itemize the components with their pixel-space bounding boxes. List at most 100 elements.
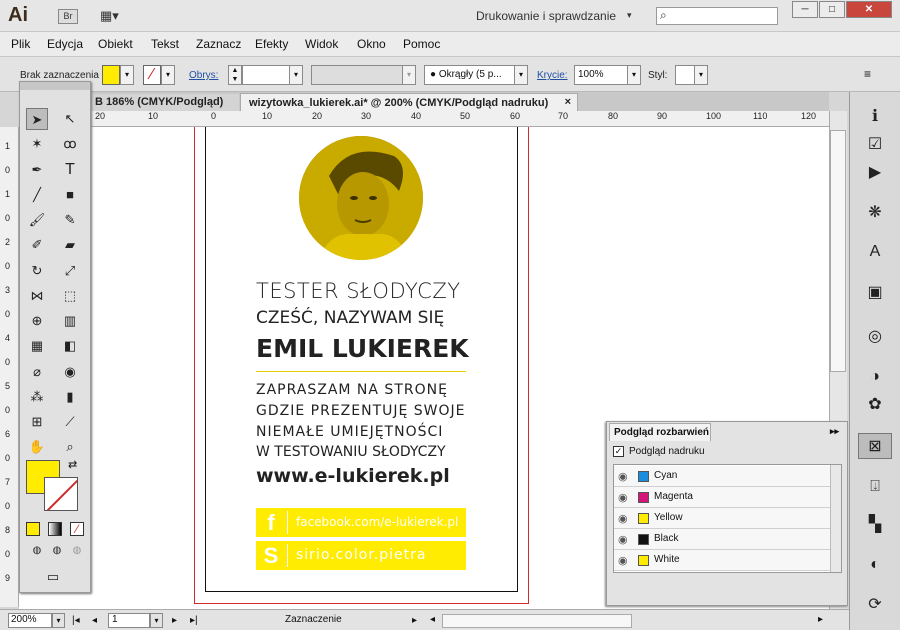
menu-plik[interactable]: Plik — [11, 37, 30, 51]
links-icon[interactable]: ▣ — [858, 280, 892, 306]
perspective-grid-tool-icon[interactable]: ▥ — [59, 310, 81, 332]
color-guide-icon[interactable]: ✿ — [858, 392, 892, 418]
zoom-dropdown[interactable]: ▾ — [52, 613, 65, 628]
swatches-icon[interactable]: ▚ — [858, 512, 892, 538]
brush-select[interactable]: ● Okrągły (5 p... — [424, 65, 528, 85]
actions-icon[interactable]: ▶ — [858, 160, 892, 186]
zoom-field[interactable]: 200% — [8, 613, 52, 628]
card-paragraph-4[interactable]: W TESTOWANIU SŁODYCZY — [256, 444, 446, 460]
sirio-bar[interactable]: S sirio.color.pietra — [256, 541, 466, 570]
symbol-sprayer-tool-icon[interactable]: ⁂ — [26, 386, 48, 408]
navigator-icon[interactable]: ❋ — [858, 200, 892, 226]
ink-row-cyan[interactable]: ◉ Cyan — [614, 466, 830, 487]
ink-row-white[interactable]: ◉ White — [614, 550, 830, 571]
fill-swatch[interactable] — [102, 65, 120, 85]
first-artboard-button[interactable]: |◂ — [72, 615, 80, 626]
stroke-weight-stepper[interactable]: ▲ ▼ — [228, 65, 242, 85]
rectangle-tool-icon[interactable]: ■ — [59, 184, 81, 206]
gradient-mode-icon[interactable] — [48, 522, 62, 536]
shape-builder-tool-icon[interactable]: ⊕ — [26, 310, 48, 332]
line-tool-icon[interactable]: ╱ — [26, 184, 48, 206]
menu-edycja[interactable]: Edycja — [47, 37, 83, 51]
appearance-icon[interactable]: ◎ — [858, 324, 892, 350]
lasso-tool-icon[interactable]: ꝏ — [59, 133, 81, 155]
document-info-icon[interactable]: ☑ — [858, 132, 892, 158]
visibility-eye-icon[interactable]: ◉ — [618, 554, 628, 567]
style-swatch[interactable] — [675, 65, 695, 85]
panel-menu-icon[interactable]: ≡ — [864, 67, 871, 81]
visibility-eye-icon[interactable]: ◉ — [618, 470, 628, 483]
artboards-icon[interactable]: ⟳ — [858, 592, 892, 618]
stroke-swatch[interactable]: ⁄ — [143, 65, 161, 85]
facebook-bar[interactable]: f facebook.com/e-lukierek.pl — [256, 508, 466, 537]
scroll-left-icon[interactable]: ◂ — [430, 614, 435, 625]
tab-document-2[interactable]: wizytowka_lukierek.ai* @ 200% (CMYK/Podg… — [240, 93, 578, 111]
variable-width-select[interactable] — [311, 65, 403, 85]
variable-width-dropdown[interactable]: ▾ — [402, 65, 416, 85]
card-name[interactable]: EMIL LUKIEREK — [256, 334, 469, 363]
selection-tool-icon[interactable]: ➤ — [26, 108, 48, 130]
visibility-eye-icon[interactable]: ◉ — [618, 533, 628, 546]
screen-mode-icon[interactable]: ▭ — [42, 566, 64, 588]
ink-list-scrollbar[interactable] — [830, 465, 841, 572]
tab-close-icon[interactable]: × — [565, 96, 571, 108]
stroke-color-swatch[interactable] — [44, 477, 78, 511]
transparency-icon[interactable]: ◑ — [858, 364, 892, 390]
none-mode-icon[interactable]: ⁄ — [70, 522, 84, 536]
width-tool-icon[interactable]: ⋈ — [26, 285, 48, 307]
ink-row-magenta[interactable]: ◉ Magenta — [614, 487, 830, 508]
paintbrush-tool-icon[interactable]: 🖌 — [26, 209, 48, 231]
visibility-eye-icon[interactable]: ◉ — [618, 491, 628, 504]
type-tool-icon[interactable]: T — [59, 159, 81, 181]
draw-behind-icon[interactable]: ◍ — [46, 540, 68, 562]
scale-tool-icon[interactable]: ⤢ — [59, 260, 81, 282]
chevron-down-icon[interactable]: ▾ — [627, 10, 632, 21]
artboard-tool-icon[interactable]: ⊞ — [26, 411, 48, 433]
fill-dropdown[interactable]: ▾ — [120, 65, 134, 85]
pen-tool-icon[interactable]: ✒ — [26, 159, 48, 181]
scroll-right-icon[interactable]: ▸ — [818, 614, 823, 625]
style-dropdown[interactable]: ▾ — [694, 65, 708, 85]
info-icon[interactable]: ℹ — [858, 104, 892, 130]
artboard-dropdown[interactable]: ▾ — [150, 613, 163, 628]
menu-zaznacz[interactable]: Zaznacz — [196, 37, 241, 51]
hand-tool-icon[interactable]: ✋ — [26, 436, 48, 458]
opacity-label[interactable]: Krycie: — [537, 70, 568, 81]
menu-okno[interactable]: Okno — [357, 37, 386, 51]
maximize-button[interactable]: □ — [819, 1, 845, 18]
arrange-documents-button[interactable]: ▦▾ — [100, 8, 128, 24]
menu-efekty[interactable]: Efekty — [255, 37, 288, 51]
pencil-tool-icon[interactable]: ✎ — [59, 209, 81, 231]
horizontal-scrollbar-thumb[interactable] — [442, 614, 632, 628]
ink-row-black[interactable]: ◉ Black — [614, 529, 830, 550]
status-menu-icon[interactable]: ▸ — [412, 615, 417, 626]
menu-pomoc[interactable]: Pomoc — [403, 37, 440, 51]
card-line-tester[interactable]: TESTER SŁODYCZY — [256, 279, 461, 303]
menu-tekst[interactable]: Tekst — [151, 37, 179, 51]
minimize-button[interactable]: ─ — [792, 1, 818, 18]
artboard-number-field[interactable]: 1 — [108, 613, 150, 628]
ink-row-yellow[interactable]: ◉ Yellow — [614, 508, 830, 529]
draw-normal-icon[interactable]: ◍ — [26, 540, 48, 562]
card-paragraph-3[interactable]: NIEMAŁE UMIEJĘTNOŚCI — [256, 424, 443, 440]
slice-tool-icon[interactable]: ⟋ — [59, 411, 81, 433]
eraser-tool-icon[interactable]: ▰ — [59, 234, 81, 256]
stroke-label[interactable]: Obrys: — [189, 70, 218, 81]
layers-icon[interactable]: ◐ — [858, 552, 892, 578]
tools-panel[interactable]: ➤ ↖ ✶ ꝏ ✒ T ╱ ■ 🖌 ✎ ✐ ▰ ↻ ⤢ ⋈ ⬚ ⊕ ▥ ▦ ◧ … — [19, 81, 91, 593]
overprint-checkbox[interactable]: ✓ — [613, 446, 624, 457]
opacity-dropdown[interactable]: ▾ — [627, 65, 641, 85]
character-icon[interactable]: A — [858, 239, 892, 265]
direct-selection-tool-icon[interactable]: ↖ — [59, 108, 81, 130]
card-paragraph-2[interactable]: GDZIE PREZENTUJĘ SWOJE — [256, 403, 466, 419]
bridge-button[interactable]: Br — [58, 9, 78, 24]
draw-inside-icon[interactable]: ◍ — [66, 540, 88, 562]
graph-tool-icon[interactable]: ▮ — [59, 386, 81, 408]
color-mode-icon[interactable] — [26, 522, 40, 536]
profile-photo[interactable] — [299, 136, 423, 260]
previous-artboard-button[interactable]: ◂ — [92, 615, 97, 626]
panel-collapse-icon[interactable]: ▸▸ — [830, 426, 839, 437]
blend-tool-icon[interactable]: ◉ — [59, 361, 81, 383]
card-paragraph-1[interactable]: ZAPRASZAM NA STRONĘ — [256, 382, 448, 398]
stroke-weight-field[interactable] — [242, 65, 290, 85]
